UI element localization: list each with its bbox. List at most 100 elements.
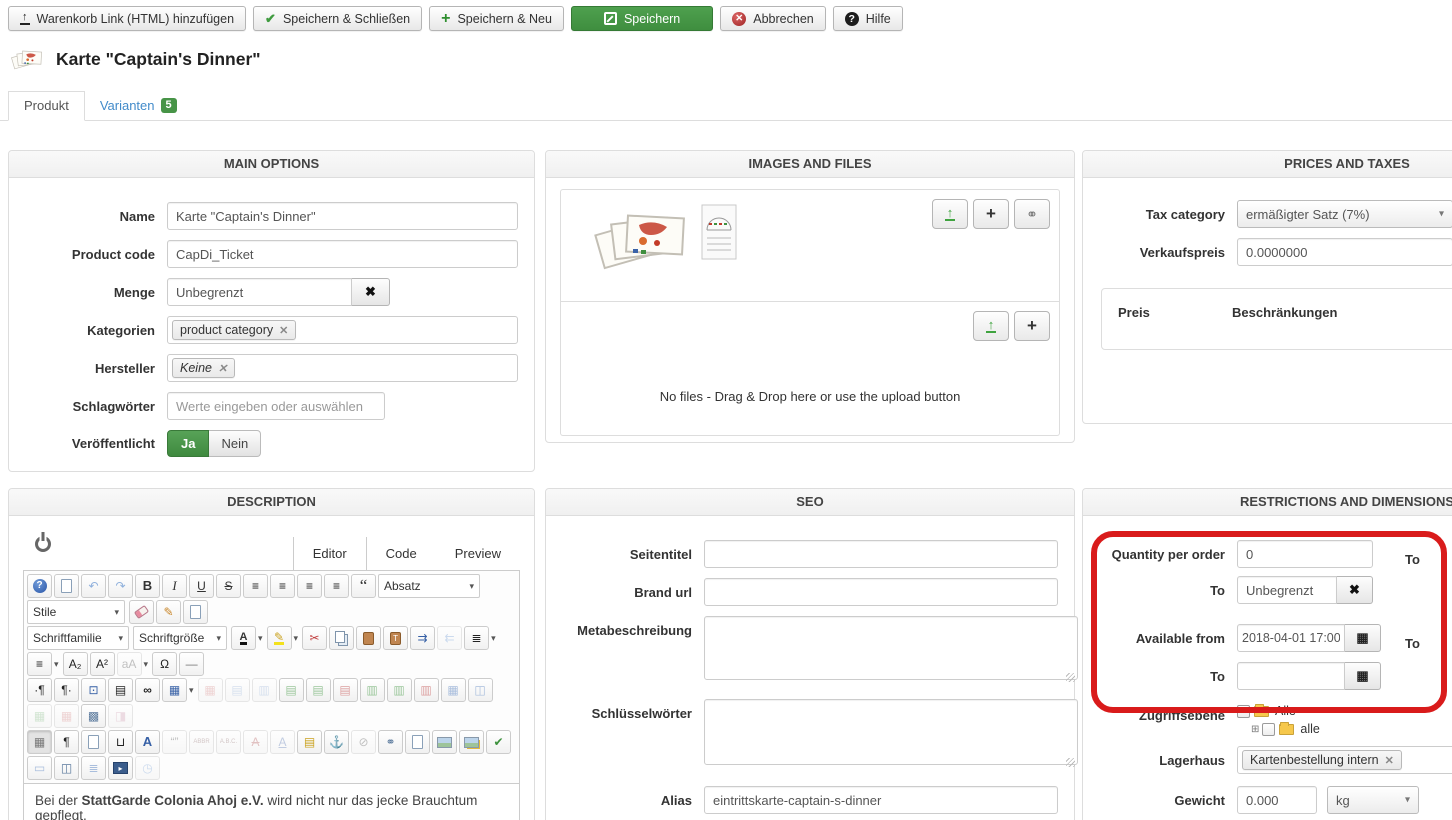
outdent-icon[interactable]: ⇇: [437, 626, 463, 650]
ordered-list-icon[interactable]: ≣: [464, 626, 490, 650]
preview-document-icon[interactable]: [81, 730, 106, 754]
italic-icon[interactable]: I: [162, 574, 187, 598]
save-button[interactable]: Speichern: [570, 6, 714, 31]
available-to-calendar-button[interactable]: ▦: [1345, 662, 1381, 690]
change-case-icon[interactable]: aA: [116, 652, 142, 676]
cell-properties-icon[interactable]: ▥: [251, 678, 277, 702]
abc-blocks-icon[interactable]: ◨: [108, 704, 133, 728]
print-icon[interactable]: ▤: [108, 678, 133, 702]
spellcheck-icon[interactable]: ✔: [486, 730, 511, 754]
link-image-button[interactable]: ⚭: [1014, 199, 1050, 229]
layer-icon[interactable]: ▭: [27, 756, 52, 780]
images-dropzone[interactable]: ↑ + ⚭: [560, 189, 1060, 302]
split-cells-icon[interactable]: ◫: [467, 678, 493, 702]
insert-row-above-icon[interactable]: ▤: [278, 678, 304, 702]
link-icon[interactable]: ⚭: [378, 730, 403, 754]
change-case-caret-icon[interactable]: ▾: [144, 659, 149, 670]
quantity-per-order-input[interactable]: [1237, 540, 1373, 568]
special-character-icon[interactable]: Ω: [152, 652, 178, 676]
align-justify-icon[interactable]: ≡: [243, 574, 268, 598]
access-all-checkbox[interactable]: [1237, 704, 1250, 718]
align-left-icon[interactable]: ≡: [297, 574, 322, 598]
image-icon[interactable]: [432, 730, 457, 754]
tree-expand-icon[interactable]: ⊞: [1251, 724, 1259, 735]
name-input[interactable]: [167, 202, 518, 230]
published-no-button[interactable]: Nein: [209, 430, 262, 457]
delete-row-icon[interactable]: ▤: [332, 678, 358, 702]
blockquote-icon[interactable]: “: [351, 574, 376, 598]
category-tag[interactable]: product category: [172, 320, 297, 340]
paragraph-format-select[interactable]: Absatz ▾: [378, 574, 480, 598]
editor-tab[interactable]: Editor: [292, 537, 367, 571]
clean-up-icon[interactable]: ✎: [156, 600, 181, 624]
row-properties-icon[interactable]: ▤: [224, 678, 250, 702]
seating-plan-thumbnail[interactable]: [701, 204, 737, 260]
remove-manufacturer-icon[interactable]: [218, 362, 227, 375]
insert-table-caret-icon[interactable]: ▾: [189, 685, 194, 696]
add-file-button[interactable]: +: [1014, 311, 1050, 341]
access-child-checkbox[interactable]: [1262, 722, 1276, 736]
new-page-icon[interactable]: [183, 600, 208, 624]
clear-quantity-to-button[interactable]: ✖: [1337, 576, 1373, 604]
save-close-button[interactable]: ✔ Speichern & Schließen: [253, 6, 423, 31]
add-cart-link-button[interactable]: ↑ Warenkorb Link (HTML) hinzufügen: [8, 6, 247, 31]
bold-icon[interactable]: B: [135, 574, 160, 598]
upload-file-button[interactable]: ↑: [973, 311, 1009, 341]
paste-as-text-icon[interactable]: [383, 626, 409, 650]
find-replace-icon[interactable]: ∞: [135, 678, 160, 702]
insert-row-below-icon[interactable]: ▤: [305, 678, 331, 702]
undo-icon[interactable]: ↶: [81, 574, 106, 598]
add-image-button[interactable]: +: [973, 199, 1009, 229]
ordered-list-caret-icon[interactable]: ▾: [491, 633, 496, 644]
new-document-icon[interactable]: [54, 574, 79, 598]
div-container-icon[interactable]: ≣: [81, 756, 106, 780]
published-yes-button[interactable]: Ja: [167, 430, 210, 457]
horizontal-rule-icon[interactable]: —: [179, 652, 205, 676]
quantity-to-input[interactable]: [1237, 576, 1337, 604]
quotation-icon[interactable]: “”: [162, 730, 187, 754]
align-right-icon[interactable]: ≡: [324, 574, 349, 598]
redo-icon[interactable]: ↷: [108, 574, 133, 598]
unlink-icon[interactable]: ⊘: [351, 730, 376, 754]
cancel-button[interactable]: ✕ Abbrechen: [720, 6, 826, 31]
save-new-button[interactable]: + Speichern & Neu: [429, 6, 564, 31]
product-image-thumbnail[interactable]: [591, 206, 691, 272]
media-icon[interactable]: [108, 756, 133, 780]
product-code-input[interactable]: [167, 240, 518, 268]
code-tab[interactable]: Code: [367, 537, 436, 571]
iframe-icon[interactable]: ◫: [54, 756, 79, 780]
page-title-input[interactable]: [704, 540, 1058, 568]
insert-cell-icon[interactable]: ▦: [27, 704, 52, 728]
rtl-paragraph-icon[interactable]: ¶·: [54, 678, 79, 702]
attributes-icon[interactable]: ▤: [297, 730, 322, 754]
warehouse-tag[interactable]: Kartenbestellung intern: [1242, 750, 1402, 770]
help-button[interactable]: ? Hilfe: [832, 6, 903, 31]
delete-cell-icon[interactable]: ▦: [54, 704, 79, 728]
insert-date-icon[interactable]: ◷: [135, 756, 160, 780]
quantity-input[interactable]: [167, 278, 352, 306]
manufacturer-tag[interactable]: Keine: [172, 358, 236, 378]
delete-column-icon[interactable]: ▥: [413, 678, 439, 702]
abbreviation-icon[interactable]: ABBR: [189, 730, 214, 754]
paste-icon[interactable]: [356, 626, 382, 650]
keywords-textarea[interactable]: [704, 699, 1078, 765]
superscript-icon[interactable]: A²: [89, 652, 115, 676]
image-manager-icon[interactable]: [459, 730, 484, 754]
anchor-icon[interactable]: ⚓: [324, 730, 349, 754]
unordered-list-caret-icon[interactable]: ▾: [54, 659, 59, 670]
weight-unit-select[interactable]: kg: [1327, 786, 1419, 814]
table-properties-icon[interactable]: ▩: [81, 704, 106, 728]
meta-description-textarea[interactable]: [704, 616, 1078, 680]
unordered-list-icon[interactable]: ≡: [27, 652, 52, 676]
tags-input[interactable]: [167, 392, 385, 420]
resize-grip-icon[interactable]: [1066, 758, 1075, 767]
clear-quantity-button[interactable]: ✖: [352, 278, 390, 306]
highlight-color-caret-icon[interactable]: ▾: [294, 633, 299, 644]
tax-category-select[interactable]: ermäßigter Satz (7%): [1237, 200, 1452, 228]
underline-icon[interactable]: U: [189, 574, 214, 598]
remove-warehouse-icon[interactable]: [1385, 754, 1394, 767]
cut-icon[interactable]: ✂: [302, 626, 328, 650]
merge-cells-icon[interactable]: ▦: [440, 678, 466, 702]
insert-column-right-icon[interactable]: ▥: [386, 678, 412, 702]
editor-content[interactable]: Bei der StattGarde Colonia Ahoj e.V. wir…: [23, 784, 520, 820]
